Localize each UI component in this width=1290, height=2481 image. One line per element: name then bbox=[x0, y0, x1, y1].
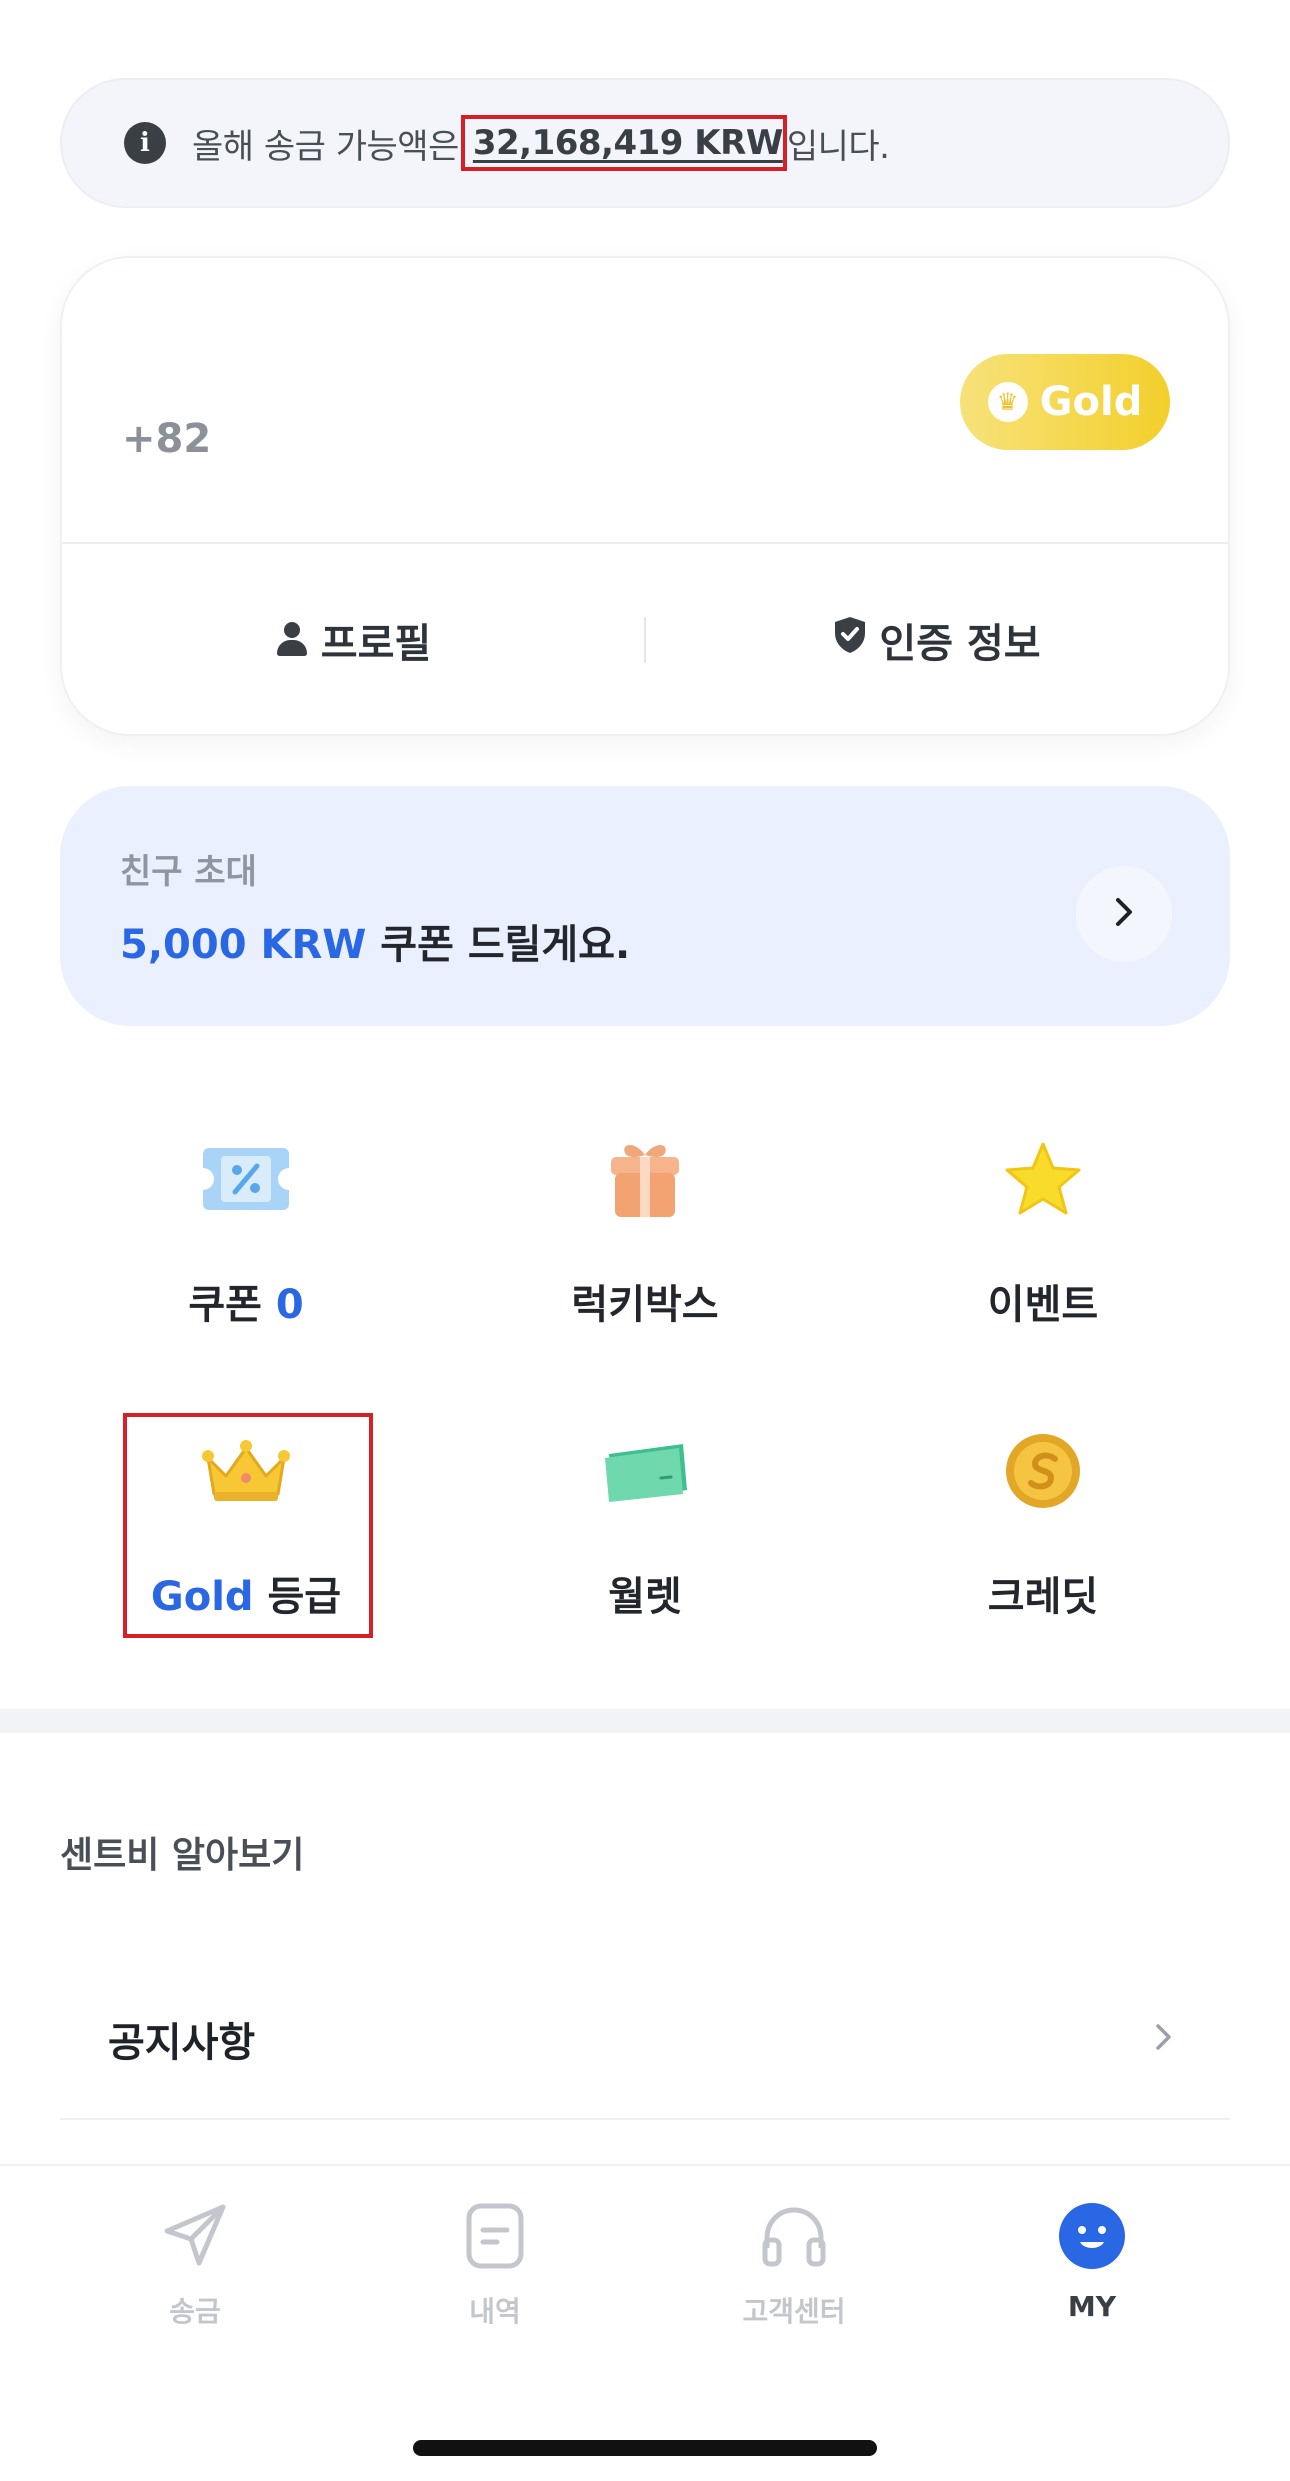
notice-suffix: 입니다. bbox=[786, 126, 890, 167]
invite-message: 5,000 KRW 쿠폰 드릴게요. bbox=[120, 912, 630, 970]
document-icon bbox=[459, 2200, 531, 2272]
luckybox-label: 럭키박스 bbox=[571, 1282, 719, 1328]
invite-friend-banner[interactable]: 친구 초대 5,000 KRW 쿠폰 드릴게요. bbox=[60, 786, 1230, 1026]
coupon-count: 0 bbox=[275, 1282, 304, 1328]
headset-icon bbox=[758, 2200, 830, 2272]
star-icon bbox=[993, 1130, 1093, 1228]
phone-number: +82 bbox=[122, 416, 212, 462]
section-divider bbox=[0, 1709, 1290, 1733]
luckybox-item[interactable]: 럭키박스 bbox=[495, 1090, 795, 1330]
person-icon bbox=[275, 622, 309, 658]
grade-highlight-box bbox=[123, 1413, 373, 1638]
notice-list-item[interactable]: 공지사항 bbox=[60, 1960, 1230, 2120]
coin-icon bbox=[993, 1422, 1093, 1520]
annual-limit-notice: i 올해 송금 가능액은 32,168,419 KRW 입니다. bbox=[60, 78, 1230, 208]
nav-support-label: 고객센터 bbox=[742, 2295, 846, 2328]
wallet-item[interactable]: 월렛 bbox=[495, 1382, 795, 1622]
chevron-right-icon bbox=[1154, 2022, 1174, 2056]
verification-button-label: 인증 정보 bbox=[879, 621, 1041, 667]
profile-button-label: 프로필 bbox=[320, 621, 432, 667]
nav-my-label: MY bbox=[1067, 2290, 1117, 2323]
profile-button[interactable]: 프로필 bbox=[62, 611, 644, 669]
grade-badge-label: Gold bbox=[1039, 379, 1143, 425]
coupon-label-text: 쿠폰 bbox=[188, 1282, 276, 1328]
nav-history[interactable]: 내역 bbox=[395, 2200, 595, 2330]
bottom-navigation: 송금 내역 고객센터 MY bbox=[0, 2164, 1290, 2481]
verification-button[interactable]: 인증 정보 bbox=[646, 611, 1228, 669]
wallet-label: 월렛 bbox=[608, 1574, 682, 1620]
nav-history-label: 내역 bbox=[469, 2295, 521, 2328]
credit-label: 크레딧 bbox=[987, 1574, 1099, 1620]
profile-actions: 프로필 인증 정보 bbox=[62, 544, 1228, 736]
profile-card: +82 ♛ Gold 프로필 인증 정보 bbox=[60, 256, 1230, 736]
wallet-icon bbox=[595, 1422, 695, 1520]
event-item[interactable]: 이벤트 bbox=[893, 1090, 1193, 1330]
annual-limit-text: 올해 송금 가능액은 32,168,419 KRW 입니다. bbox=[192, 115, 890, 171]
home-indicator bbox=[413, 2440, 877, 2456]
shield-check-icon bbox=[833, 616, 867, 664]
notice-prefix: 올해 송금 가능액은 bbox=[192, 126, 459, 167]
invite-text: 쿠폰 드릴게요. bbox=[366, 922, 631, 968]
invite-amount: 5,000 KRW bbox=[120, 922, 367, 968]
coupon-icon bbox=[196, 1130, 296, 1228]
coupon-label: 쿠폰 0 bbox=[188, 1272, 303, 1330]
invite-arrow-button[interactable] bbox=[1076, 866, 1172, 962]
paper-plane-icon bbox=[159, 2200, 231, 2272]
nav-remit[interactable]: 송금 bbox=[95, 2200, 295, 2330]
nav-support[interactable]: 고객센터 bbox=[694, 2200, 894, 2330]
section-title: 센트비 알아보기 bbox=[60, 1835, 305, 1876]
nav-remit-label: 송금 bbox=[169, 2295, 221, 2328]
smiley-icon bbox=[1056, 2200, 1128, 2272]
gift-box-icon bbox=[595, 1130, 695, 1228]
chevron-right-icon bbox=[1112, 896, 1136, 932]
notice-list-label: 공지사항 bbox=[108, 2020, 256, 2066]
info-icon: i bbox=[124, 122, 166, 164]
event-label: 이벤트 bbox=[987, 1282, 1099, 1328]
annual-limit-amount[interactable]: 32,168,419 KRW bbox=[460, 115, 787, 171]
grade-badge[interactable]: ♛ Gold bbox=[960, 354, 1170, 450]
crown-icon: ♛ bbox=[987, 382, 1028, 422]
invite-label: 친구 초대 bbox=[120, 852, 257, 892]
nav-my[interactable]: MY bbox=[992, 2200, 1192, 2323]
credit-item[interactable]: 크레딧 bbox=[893, 1382, 1193, 1622]
coupon-item[interactable]: 쿠폰 0 bbox=[96, 1090, 396, 1330]
